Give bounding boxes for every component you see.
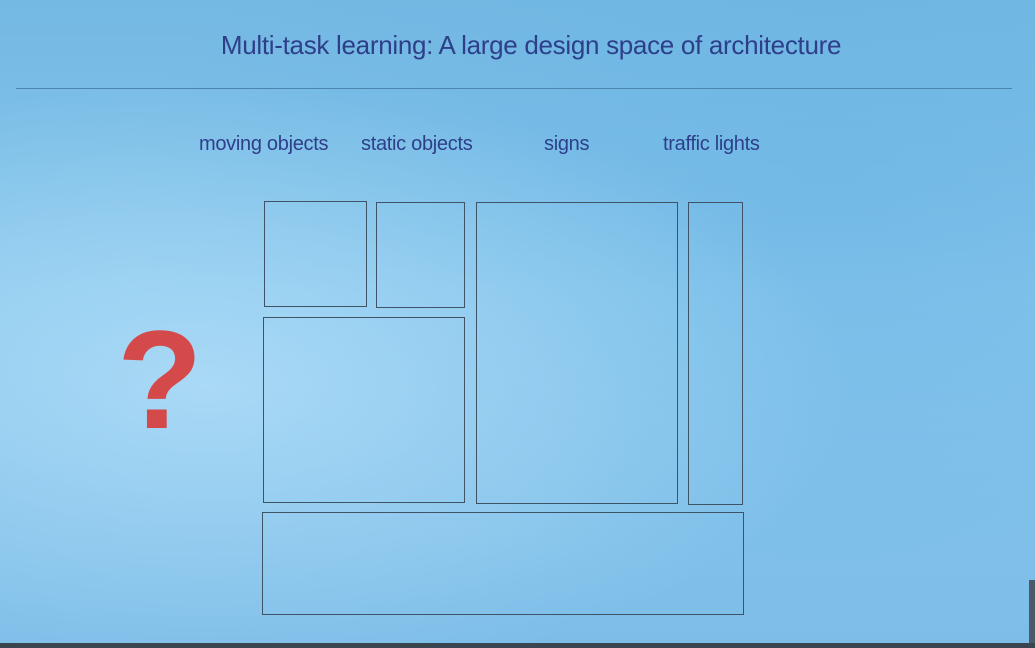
question-mark-icon: ? xyxy=(117,301,203,458)
screen-bottom-edge xyxy=(0,643,1035,648)
architecture-block-signs-branch xyxy=(476,202,678,504)
task-label-traffic-lights: traffic lights xyxy=(663,133,760,155)
architecture-block-shared-objects-trunk xyxy=(263,317,465,503)
architecture-block-moving-objects-head xyxy=(264,201,367,307)
task-label-static-objects: static objects xyxy=(361,133,473,155)
architecture-block-shared-backbone xyxy=(262,512,744,615)
screen-edge xyxy=(1029,580,1035,643)
slide-title: Multi-task learning: A large design spac… xyxy=(220,30,842,60)
task-label-signs: signs xyxy=(544,133,590,155)
slide: Multi-task learning: A large design spac… xyxy=(0,0,1035,643)
architecture-block-traffic-lights-branch xyxy=(688,202,743,505)
task-label-moving-objects: moving objects xyxy=(199,133,329,155)
title-divider xyxy=(16,88,1012,89)
architecture-block-static-objects-head xyxy=(376,202,465,308)
